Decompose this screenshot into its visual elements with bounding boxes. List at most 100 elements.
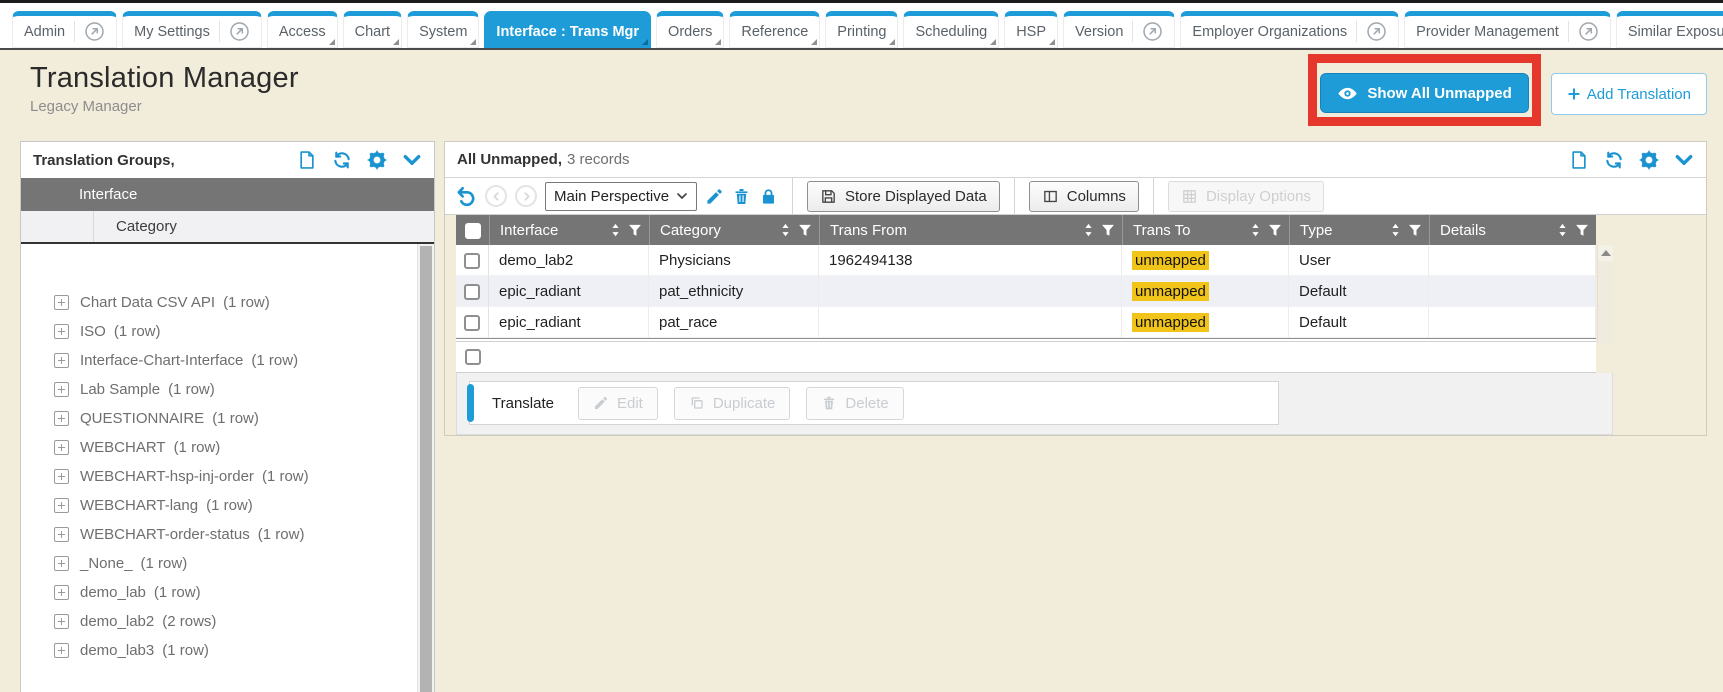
chevron-down-icon[interactable] [402,150,422,170]
expand-icon[interactable] [54,469,69,484]
lock-icon[interactable] [759,187,778,206]
new-row-checkbox[interactable] [465,349,481,365]
left-panel-scrollbar[interactable] [417,244,434,692]
expand-icon[interactable] [54,324,69,339]
display-options-button[interactable]: Display Options [1168,181,1324,212]
undo-icon[interactable] [455,185,477,207]
tree-item[interactable]: QUESTIONNAIRE (1 row) [21,404,434,433]
popout-icon[interactable] [219,21,250,42]
sort-icon[interactable] [780,223,791,238]
row-checkbox[interactable] [464,253,480,269]
nav-tab[interactable]: Reference [729,11,820,48]
sort-icon[interactable] [1557,223,1568,238]
chevron-down-icon[interactable] [1674,150,1694,170]
sort-icon[interactable] [1390,223,1401,238]
expand-icon[interactable] [54,527,69,542]
trash-icon[interactable] [732,187,751,206]
tree-item[interactable]: demo_lab2 (2 rows) [21,607,434,636]
gear-icon[interactable] [1639,150,1659,170]
table-scrollbar[interactable] [1597,245,1613,343]
nav-tab[interactable]: HSP [1004,11,1058,48]
tree-item[interactable]: Chart Data CSV API (1 row) [21,288,434,317]
nav-forward-icon[interactable] [515,185,537,207]
table-row[interactable]: epic_radiant pat_ethnicity unmapped Defa… [456,276,1596,307]
row-checkbox[interactable] [464,284,480,300]
popout-icon[interactable] [1356,21,1387,42]
tree-item[interactable]: WEBCHART (1 row) [21,433,434,462]
tree-item[interactable]: WEBCHART-lang (1 row) [21,491,434,520]
new-document-icon[interactable] [297,150,317,170]
expand-icon[interactable] [54,440,69,455]
nav-tab[interactable]: Version [1063,11,1175,48]
select-all-checkbox[interactable] [465,223,481,239]
tree-item[interactable]: WEBCHART-hsp-inj-order (1 row) [21,462,434,491]
nav-tab[interactable]: My Settings [122,11,262,48]
expand-icon[interactable] [54,643,69,658]
show-all-unmapped-button[interactable]: Show All Unmapped [1320,73,1528,113]
filter-icon[interactable] [628,223,642,237]
popout-icon[interactable] [1132,21,1163,42]
expand-icon[interactable] [54,614,69,629]
column-header[interactable]: Details [1429,215,1596,245]
expand-icon[interactable] [54,353,69,368]
tree-item[interactable]: _None_ (1 row) [21,549,434,578]
refresh-icon[interactable] [332,150,352,170]
interface-group-header[interactable]: Interface [21,178,434,211]
nav-tab[interactable]: Employer Organizations [1180,11,1399,48]
nav-tab[interactable]: Orders [656,11,724,48]
popout-icon[interactable] [74,21,105,42]
nav-tab[interactable]: Similar Exposure Groups (SEGs) [1616,11,1723,48]
pencil-icon[interactable] [705,187,724,206]
expand-icon[interactable] [54,411,69,426]
expand-icon[interactable] [54,556,69,571]
nav-tab[interactable]: Admin [12,11,117,48]
nav-tab[interactable]: System [407,11,479,48]
sort-icon[interactable] [610,223,621,238]
columns-button[interactable]: Columns [1029,181,1139,212]
tree-item[interactable]: ISO (1 row) [21,317,434,346]
filter-icon[interactable] [1101,223,1115,237]
tree-item[interactable]: demo_lab (1 row) [21,578,434,607]
nav-tab[interactable]: Scheduling [903,11,999,48]
scrollbar-thumb[interactable] [420,246,432,692]
sort-icon[interactable] [1250,223,1261,238]
expand-icon[interactable] [54,498,69,513]
sort-icon[interactable] [1083,223,1094,238]
table-row[interactable]: demo_lab2 Physicians 1962494138 unmapped… [456,245,1596,276]
nav-tab[interactable]: Access [267,11,338,48]
filter-icon[interactable] [1408,223,1422,237]
filter-icon[interactable] [1575,223,1589,237]
nav-tab[interactable]: Provider Management [1404,11,1611,48]
refresh-icon[interactable] [1604,150,1624,170]
nav-tab[interactable]: Chart [343,11,402,48]
expand-icon[interactable] [54,585,69,600]
column-header[interactable]: Interface [489,215,649,245]
tree-item[interactable]: WEBCHART-order-status (1 row) [21,520,434,549]
expand-icon[interactable] [54,382,69,397]
new-document-icon[interactable] [1569,150,1589,170]
nav-back-icon[interactable] [485,185,507,207]
tree-item[interactable]: Lab Sample (1 row) [21,375,434,404]
expand-icon[interactable] [54,295,69,310]
store-displayed-data-button[interactable]: Store Displayed Data [807,181,1000,212]
scroll-up-icon[interactable] [1598,245,1613,261]
row-checkbox[interactable] [464,315,480,331]
column-header[interactable]: Trans From [819,215,1122,245]
column-header[interactable]: Category [649,215,819,245]
column-header[interactable]: Trans To [1122,215,1289,245]
filter-icon[interactable] [1268,223,1282,237]
nav-tab[interactable]: Printing [825,11,898,48]
delete-button[interactable]: Delete [806,387,903,420]
filter-icon[interactable] [798,223,812,237]
category-subheader[interactable]: Category [21,211,434,244]
tree-item[interactable]: Interface-Chart-Interface (1 row) [21,346,434,375]
nav-tab[interactable]: Interface : Trans Mgr [484,11,651,48]
popout-icon[interactable] [1568,21,1599,42]
tree-item[interactable]: demo_lab3 (1 row) [21,636,434,665]
gear-icon[interactable] [367,150,387,170]
add-translation-button[interactable]: Add Translation [1551,73,1707,115]
perspective-select[interactable]: Main Perspective [545,182,697,211]
column-header[interactable]: Type [1289,215,1429,245]
edit-button[interactable]: Edit [578,387,658,420]
table-row[interactable]: epic_radiant pat_race unmapped Default [456,307,1596,338]
